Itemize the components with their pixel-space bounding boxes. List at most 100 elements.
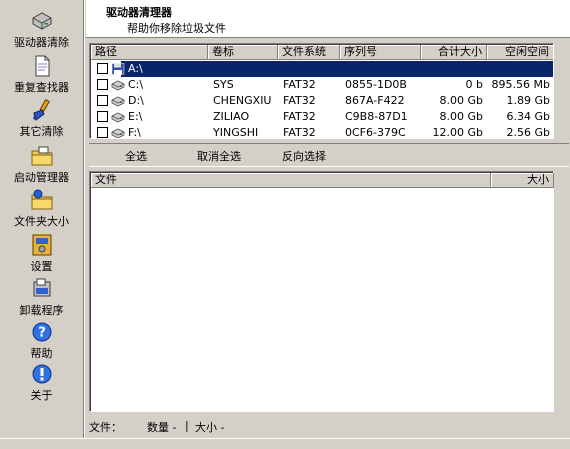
drive-serial	[345, 62, 421, 76]
sidebar-item-2[interactable]: 其它清除	[0, 98, 83, 139]
sidebar-item-4[interactable]: 文件夹大小	[0, 189, 83, 229]
hard-drive-icon	[111, 111, 125, 123]
table-row[interactable]: A:\	[91, 61, 553, 77]
column-header-file[interactable]: 文件	[91, 173, 491, 188]
info-icon	[30, 363, 54, 385]
drive-checkbox[interactable]	[97, 95, 108, 106]
settings-icon	[30, 234, 54, 256]
sidebar-item-label: 卸载程序	[19, 304, 64, 317]
sidebar-item-8[interactable]: 关于	[0, 363, 83, 403]
drive-path: F:\	[128, 126, 141, 139]
drive-label: ZILIAO	[213, 110, 250, 123]
column-header-total[interactable]: 合计大小	[421, 45, 487, 60]
drive-total-size	[421, 62, 483, 76]
drive-filesystem: FAT32	[283, 94, 316, 107]
drive-checkbox[interactable]	[97, 79, 108, 90]
sidebar-item-label: 其它清除	[19, 125, 64, 138]
drive-free-space	[487, 62, 550, 76]
drive-label: CHENGXIU	[213, 94, 272, 107]
sidebar-item-label: 关于	[30, 389, 53, 402]
drive-path: D:\	[128, 94, 144, 107]
document-icon	[30, 55, 54, 77]
column-header-free[interactable]: 空闲空间	[487, 45, 553, 60]
drive-filesystem: FAT32	[283, 110, 316, 123]
drive-label: SYS	[213, 78, 234, 91]
drive-table-header: 路径 卷标 文件系统 序列号 合计大小 空闲空间	[91, 45, 553, 60]
drive-filesystem	[283, 62, 340, 76]
drive-filesystem: FAT32	[283, 78, 316, 91]
drive-label: YINGSHI	[213, 126, 259, 139]
drive-total-size: 0 b	[465, 78, 483, 91]
brush-icon	[30, 98, 54, 121]
drive-icon	[30, 10, 54, 32]
sidebar-item-label: 重复查找器	[14, 81, 69, 94]
sidebar-item-3[interactable]: 启动管理器	[0, 145, 83, 185]
drive-serial: 0CF6-379C	[345, 126, 406, 139]
drive-free-space: 895.56 Mb	[491, 78, 550, 91]
page-subtitle: 帮助你移除垃圾文件	[127, 22, 226, 35]
column-header-label[interactable]: 卷标	[208, 45, 278, 60]
drive-checkbox[interactable]	[97, 111, 108, 122]
drive-total-size: 8.00 Gb	[439, 110, 484, 123]
hard-drive-icon	[111, 95, 125, 107]
status-files-label: 文件：	[89, 421, 122, 434]
drive-free-space: 2.56 Gb	[506, 126, 551, 139]
select-all-button[interactable]: 全选	[125, 148, 147, 164]
sidebar-item-1[interactable]: 重复查找器	[0, 55, 83, 95]
hard-drive-icon	[111, 79, 125, 91]
selection-toolbar: 全选 取消全选 反向选择	[89, 143, 569, 167]
status-count: 数量 -	[147, 421, 177, 434]
drive-serial: 867A-F422	[345, 94, 405, 107]
deselect-all-button[interactable]: 取消全选	[197, 148, 241, 164]
help-icon: ?	[30, 321, 54, 343]
drive-label	[213, 62, 278, 76]
folder-size-icon	[30, 189, 54, 211]
drive-total-size: 12.00 Gb	[432, 126, 484, 139]
sidebar-item-7[interactable]: ? 帮助	[0, 321, 83, 361]
drive-path: A:\	[128, 62, 143, 75]
status-separator: |	[185, 419, 189, 432]
table-row[interactable]: F:\ YINGSHI FAT32 0CF6-379C 12.00 Gb 2.56 Gb	[91, 125, 553, 139]
file-list-header: 文件 大小	[91, 173, 554, 188]
table-row[interactable]: C:\ SYS FAT32 0855-1D0B 0 b 895.56 Mb	[91, 77, 553, 93]
uninstall-icon	[30, 278, 54, 300]
sidebar-item-label: 驱动器清除	[14, 36, 69, 49]
drive-checkbox[interactable]	[97, 63, 108, 74]
status-bar: 文件： 数量 - | 大小 -	[86, 415, 570, 435]
hard-drive-icon	[111, 127, 125, 138]
column-header-size[interactable]: 大小	[491, 173, 554, 188]
column-header-path[interactable]: 路径	[91, 45, 208, 60]
sidebar-divider	[83, 0, 85, 449]
sidebar-item-label: 设置	[30, 260, 53, 273]
drive-free-space: 1.89 Gb	[506, 94, 551, 107]
sidebar-item-label: 启动管理器	[14, 171, 69, 184]
file-list[interactable]: 文件 大小	[89, 171, 554, 412]
invert-selection-button[interactable]: 反向选择	[282, 148, 326, 164]
drive-path: E:\	[128, 110, 143, 123]
drive-table: 路径 卷标 文件系统 序列号 合计大小 空闲空间 A:\ C:\ SYS FAT32 0…	[89, 43, 554, 139]
sidebar: 驱动器清除 重复查找器 其它清除 启动管理器 文件夹大小 设置 卸载程序? 帮助 关于	[0, 0, 83, 449]
svg-text:?: ?	[38, 326, 46, 341]
floppy-icon	[111, 63, 125, 75]
status-size: 大小 -	[195, 421, 225, 434]
sidebar-item-label: 帮助	[30, 347, 53, 360]
page-header: 驱动器清理器 帮助你移除垃圾文件	[86, 0, 570, 38]
sidebar-item-0[interactable]: 驱动器清除	[0, 10, 83, 50]
sidebar-item-5[interactable]: 设置	[0, 234, 83, 274]
column-header-serial[interactable]: 序列号	[340, 45, 421, 60]
table-row[interactable]: D:\ CHENGXIU FAT32 867A-F422 8.00 Gb 1.89 Gb	[91, 93, 553, 109]
page-title: 驱动器清理器	[106, 6, 172, 19]
drive-serial: C9B8-87D1	[345, 110, 408, 123]
sidebar-item-label: 文件夹大小	[14, 215, 69, 228]
table-row[interactable]: E:\ ZILIAO FAT32 C9B8-87D1 8.00 Gb 6.34 Gb	[91, 109, 553, 125]
window-bottom-edge	[0, 438, 570, 449]
drive-free-space: 6.34 Gb	[506, 110, 551, 123]
drive-total-size: 8.00 Gb	[439, 94, 484, 107]
drive-checkbox[interactable]	[97, 127, 108, 138]
column-header-filesystem[interactable]: 文件系统	[278, 45, 340, 60]
folder-startup-icon	[30, 145, 54, 167]
drive-filesystem: FAT32	[283, 126, 316, 139]
drive-serial: 0855-1D0B	[345, 78, 407, 91]
sidebar-item-6[interactable]: 卸载程序	[0, 278, 83, 318]
drive-path: C:\	[128, 78, 144, 91]
